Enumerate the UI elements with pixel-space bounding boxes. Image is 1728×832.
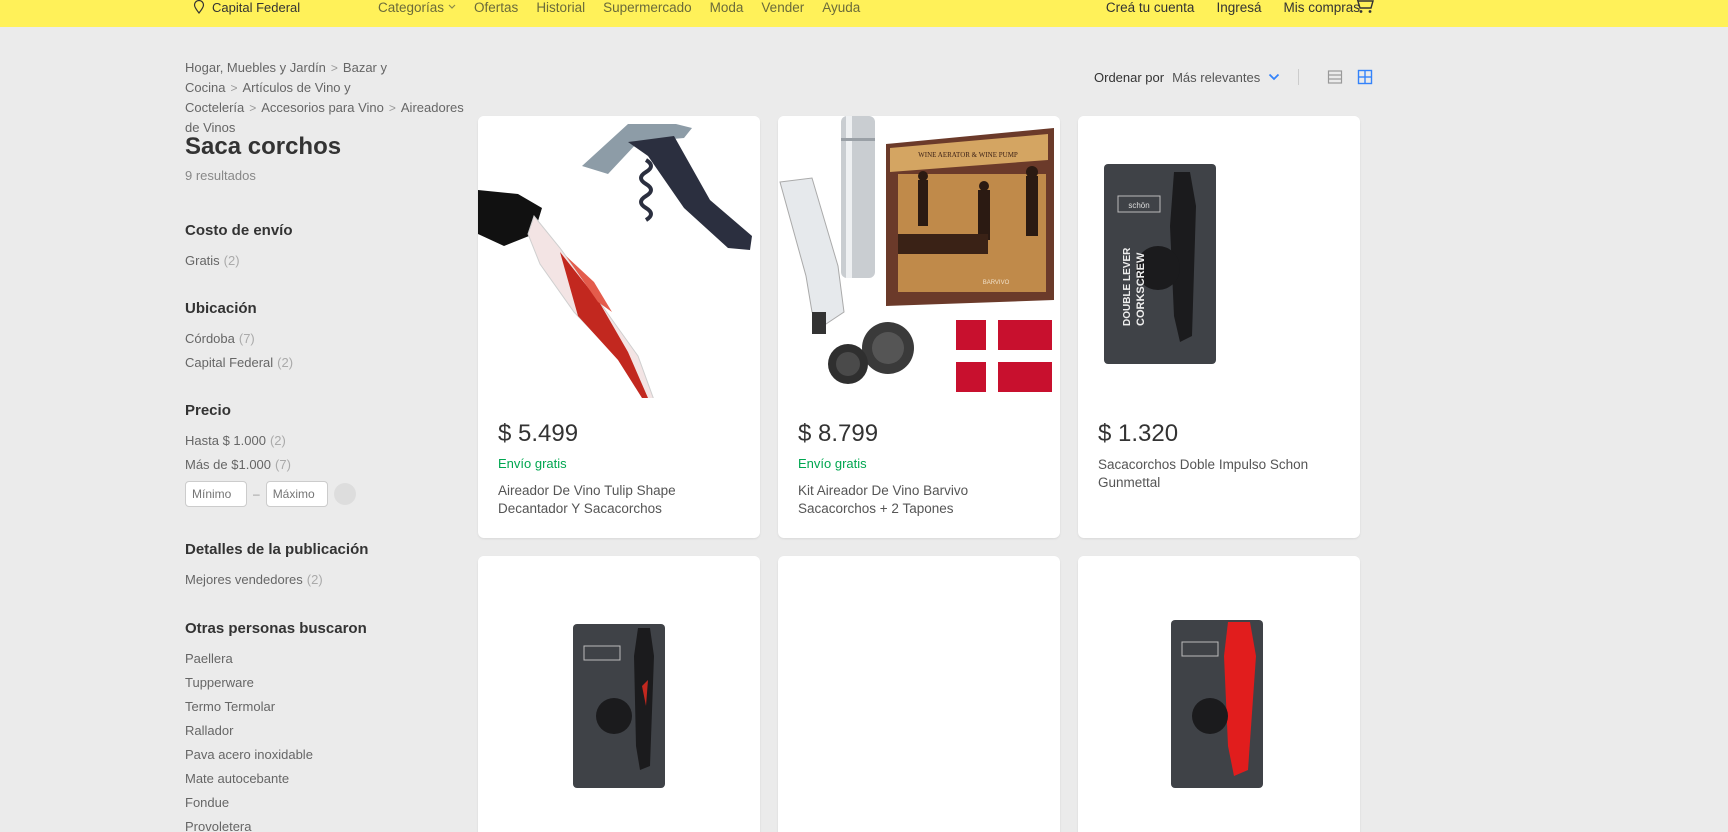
related-search-link[interactable]: Provoletera: [185, 815, 367, 832]
nav-categorias[interactable]: Categorías: [378, 0, 456, 15]
location-label: Capital Federal: [212, 0, 301, 15]
chevron-right-icon: >: [230, 81, 238, 95]
filter-option[interactable]: Hasta $ 1.000 (2): [185, 429, 356, 453]
location-selector[interactable]: Capital Federal: [192, 0, 301, 15]
product-card[interactable]: [778, 556, 1060, 832]
sort-label: Ordenar por: [1094, 69, 1165, 85]
top-bar: Capital Federal Categorías Ofertas Histo…: [0, 0, 1728, 27]
cart-icon[interactable]: [1353, 0, 1375, 14]
nav-ofertas[interactable]: Ofertas: [474, 0, 518, 15]
breadcrumb: Hogar, Muebles y Jardín > Bazar y Cocina > A…: [185, 58, 465, 138]
product-image[interactable]: [478, 556, 760, 832]
product-title[interactable]: Sacacorchos Doble Impulso Schon Gunmetta…: [1098, 456, 1338, 492]
package-line1: DOUBLE LEVER: [1122, 247, 1133, 326]
filter-location: Ubicación Córdoba (7) Capital Federal (2): [185, 300, 293, 375]
related-search-link[interactable]: Tupperware: [185, 671, 367, 695]
filter-title: Detalles de la publicación: [185, 541, 369, 558]
nav-supermercado[interactable]: Supermercado: [603, 0, 692, 15]
corkscrew-package-image: [1078, 556, 1360, 832]
chevron-right-icon: >: [249, 101, 257, 115]
related-search-link[interactable]: Termo Termolar: [185, 695, 367, 719]
product-title[interactable]: Kit Aireador De Vino Barvivo Sacacorchos…: [798, 482, 1038, 518]
corkscrew-package-image: [478, 556, 760, 832]
results-count: 9 resultados: [185, 168, 256, 183]
sort-bar: Ordenar por Más relevantes: [1094, 69, 1373, 85]
product-price: $ 8.799: [798, 420, 879, 447]
related-search-link[interactable]: Rallador: [185, 719, 367, 743]
sort-value: Más relevantes: [1172, 69, 1261, 85]
kit-box-brand: BARVIVO: [983, 280, 1010, 286]
product-image[interactable]: WINE AERATOR & WINE PUMP BARVIVO: [778, 116, 1060, 398]
filter-title: Costo de envío: [185, 222, 293, 239]
product-image[interactable]: [1078, 556, 1360, 832]
sort-dropdown[interactable]: Más relevantes: [1172, 70, 1280, 85]
kit-box-text: WINE AERATOR & WINE PUMP: [918, 151, 1018, 159]
filter-option[interactable]: Gratis (2): [185, 249, 293, 273]
nav-moda[interactable]: Moda: [710, 0, 744, 15]
wine-kit-image: WINE AERATOR & WINE PUMP BARVIVO: [778, 116, 1060, 398]
chevron-down-icon: [1269, 73, 1280, 81]
price-apply-button[interactable]: [333, 483, 356, 505]
filter-title: Otras personas buscaron: [185, 620, 367, 637]
filter-shipping: Costo de envío Gratis (2): [185, 222, 293, 273]
product-image[interactable]: [478, 116, 760, 398]
price-min-input[interactable]: [185, 481, 247, 507]
divider: [1298, 69, 1300, 85]
related-search-link[interactable]: Paellera: [185, 647, 367, 671]
create-account-link[interactable]: Creá tu cuenta: [1106, 0, 1195, 15]
package-brand: schön: [1128, 201, 1149, 210]
price-range: –: [185, 481, 356, 507]
login-link[interactable]: Ingresá: [1216, 0, 1261, 15]
list-view-icon[interactable]: [1327, 69, 1343, 85]
chevron-right-icon: >: [388, 101, 396, 115]
range-dash: –: [253, 487, 260, 501]
main-nav: Categorías Ofertas Historial Supermercad…: [378, 0, 860, 15]
related-searches: Otras personas buscaron Paellera Tupperw…: [185, 620, 367, 832]
nav-historial[interactable]: Historial: [536, 0, 585, 15]
nav-ayuda[interactable]: Ayuda: [822, 0, 860, 15]
filter-title: Precio: [185, 402, 231, 419]
breadcrumb-item[interactable]: Accesorios para Vino: [261, 100, 384, 115]
wine-aerator-image: [478, 116, 760, 398]
chevron-right-icon: >: [330, 61, 338, 75]
product-price: $ 1.320: [1098, 420, 1179, 447]
related-search-link[interactable]: Pava acero inoxidable: [185, 743, 367, 767]
free-shipping-label: Envío gratis: [798, 456, 867, 471]
location-pin-icon: [193, 0, 205, 14]
grid-view-icon[interactable]: [1357, 69, 1373, 85]
page-title: Saca corchos: [185, 133, 342, 160]
related-search-link[interactable]: Fondue: [185, 791, 367, 815]
filter-option[interactable]: Más de $1.000 (7): [185, 453, 356, 477]
filter-price: Precio Hasta $ 1.000 (2) Más de $1.000 (7)…: [185, 402, 356, 507]
product-image[interactable]: schön DOUBLE LEVER CORKSCREW: [1078, 116, 1360, 398]
product-title[interactable]: Aireador De Vino Tulip Shape Decantador …: [498, 482, 738, 518]
chevron-down-icon: [448, 4, 456, 9]
filter-option[interactable]: Capital Federal (2): [185, 351, 293, 375]
filter-title: Ubicación: [185, 300, 257, 317]
free-shipping-label: Envío gratis: [498, 456, 567, 471]
filter-details: Detalles de la publicación Mejores vende…: [185, 541, 368, 592]
corkscrew-package-image: schön DOUBLE LEVER CORKSCREW: [1078, 116, 1360, 398]
product-card[interactable]: schön DOUBLE LEVER CORKSCREW $ 1.320 Sac…: [1078, 116, 1360, 538]
account-nav: Creá tu cuenta Ingresá Mis compras: [1106, 0, 1360, 15]
product-image[interactable]: [778, 556, 1060, 832]
breadcrumb-item[interactable]: Hogar, Muebles y Jardín: [185, 60, 326, 75]
product-card[interactable]: [1078, 556, 1360, 832]
product-card[interactable]: $ 5.499 Envío gratis Aireador De Vino Tu…: [478, 116, 760, 538]
related-search-link[interactable]: Mate autocebante: [185, 767, 367, 791]
product-card[interactable]: WINE AERATOR & WINE PUMP BARVIVO $ 8.799…: [778, 116, 1060, 538]
my-purchases-link[interactable]: Mis compras: [1283, 0, 1360, 15]
price-max-input[interactable]: [265, 481, 328, 507]
product-price: $ 5.499: [498, 420, 579, 447]
package-line2: CORKSCREW: [1135, 252, 1147, 326]
product-card[interactable]: [478, 556, 760, 832]
nav-vender[interactable]: Vender: [761, 0, 804, 15]
filter-option[interactable]: Mejores vendedores (2): [185, 568, 368, 592]
filter-option[interactable]: Córdoba (7): [185, 327, 293, 351]
